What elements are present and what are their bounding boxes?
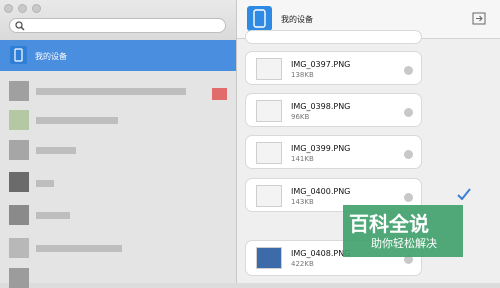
open-file-icon[interactable] (404, 108, 413, 117)
contact-avatar[interactable] (9, 205, 29, 225)
open-file-icon[interactable] (404, 193, 413, 202)
export-icon[interactable] (472, 12, 486, 25)
contact-name[interactable] (36, 147, 76, 154)
message-bubble[interactable] (245, 30, 422, 44)
phone-icon (10, 46, 27, 64)
contact-name[interactable] (36, 212, 70, 219)
minimize-window-button[interactable] (18, 4, 27, 13)
file-name: IMG_0398.PNG (291, 102, 351, 111)
file-message[interactable]: IMG_0398.PNG 96KB (245, 93, 422, 127)
sidebar: 我的设备 (0, 0, 237, 288)
file-size: 96KB (291, 113, 310, 121)
device-avatar (247, 6, 272, 31)
contact-name[interactable] (36, 180, 54, 187)
file-message[interactable]: IMG_0399.PNG 141KB (245, 135, 422, 169)
contact-avatar[interactable] (9, 110, 29, 130)
unread-badge (212, 88, 227, 100)
open-file-icon[interactable] (404, 150, 413, 159)
file-size: 143KB (291, 198, 314, 206)
file-size: 422KB (291, 260, 314, 268)
contact-avatar[interactable] (9, 238, 29, 258)
contact-name[interactable] (36, 88, 186, 95)
checkmark-icon (457, 188, 471, 200)
open-file-icon[interactable] (404, 66, 413, 75)
contact-name[interactable] (36, 245, 122, 252)
file-message[interactable]: IMG_0397.PNG 138KB (245, 51, 422, 85)
file-name: IMG_0397.PNG (291, 60, 351, 69)
pane-title: 我的设备 (281, 15, 313, 24)
file-thumbnail (256, 58, 282, 80)
file-size: 141KB (291, 155, 314, 163)
contact-avatar[interactable] (9, 81, 29, 101)
close-window-button[interactable] (4, 4, 13, 13)
search-icon (15, 21, 25, 31)
watermark-title: 百科全说 (349, 212, 429, 236)
file-name: IMG_0408.PNG (291, 249, 351, 258)
file-thumbnail (256, 185, 282, 207)
contact-avatar[interactable] (9, 268, 29, 288)
file-size: 138KB (291, 71, 314, 79)
file-name: IMG_0400.PNG (291, 187, 351, 196)
contact-name[interactable] (36, 117, 118, 124)
file-thumbnail (256, 247, 282, 269)
search-input[interactable] (9, 18, 226, 33)
file-name: IMG_0399.PNG (291, 144, 351, 153)
phone-icon (253, 9, 266, 28)
sidebar-item-label: 我的设备 (35, 52, 67, 61)
sidebar-titlebar (0, 0, 236, 40)
zoom-window-button[interactable] (32, 4, 41, 13)
file-thumbnail (256, 142, 282, 164)
file-thumbnail (256, 100, 282, 122)
contact-avatar[interactable] (9, 172, 29, 192)
contact-avatar[interactable] (9, 140, 29, 160)
sidebar-item-my-device[interactable]: 我的设备 (0, 40, 236, 71)
watermark-subtitle: 助你轻松解决 (371, 237, 437, 250)
